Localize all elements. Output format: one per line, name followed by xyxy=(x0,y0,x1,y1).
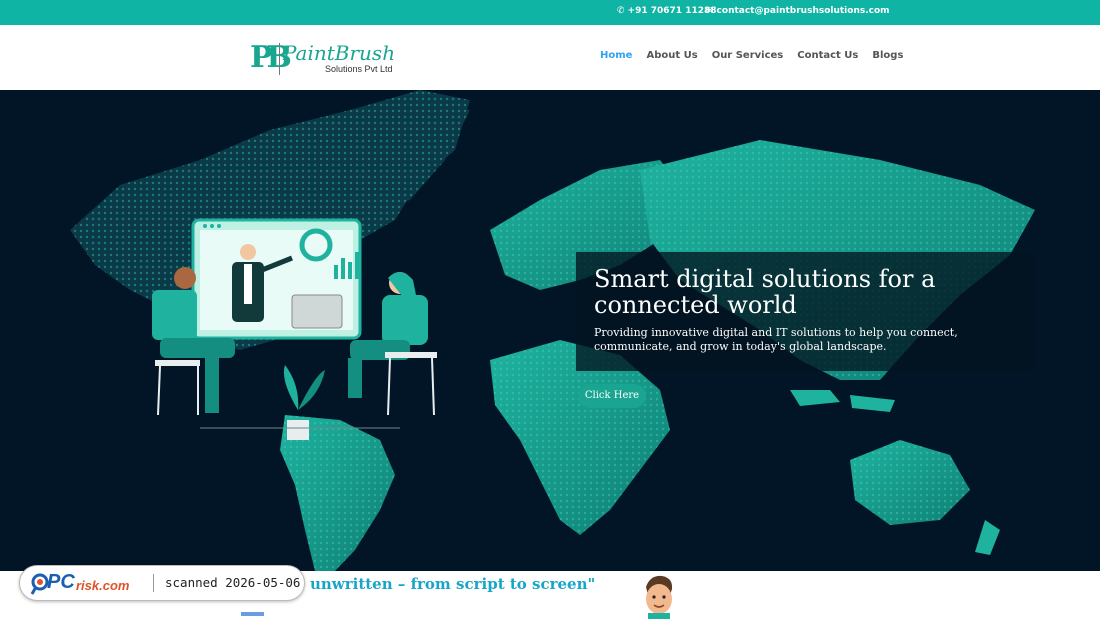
logo-divider xyxy=(279,43,280,75)
site-header xyxy=(0,25,1100,90)
section-tagline: unwritten – from script to screen" xyxy=(310,575,596,593)
phone-number: +91 70671 11288 xyxy=(627,6,717,16)
main-nav: Home About Us Our Services Contact Us Bl… xyxy=(600,50,903,61)
watermark-divider xyxy=(153,574,154,592)
top-contact-bar: ✆ +91 70671 11288 ✉ contact@paintbrushso… xyxy=(0,0,1100,25)
scan-date: scanned 2026-05-06 xyxy=(165,575,301,590)
nav-home[interactable]: Home xyxy=(600,50,632,61)
logo-name: PaintBrush xyxy=(283,41,396,65)
email-address: contact@paintbrushsolutions.com xyxy=(716,6,890,16)
phone-contact[interactable]: ✆ +91 70671 11288 xyxy=(617,6,717,16)
logo-mark: PB xyxy=(250,40,292,75)
envelope-icon: ✉ xyxy=(706,6,714,16)
pcrisk-brand-risk: risk.com xyxy=(76,578,130,593)
nav-blogs[interactable]: Blogs xyxy=(872,50,903,61)
pcrisk-watermark: PC risk.com scanned 2026-05-06 xyxy=(19,565,305,601)
site-logo[interactable]: PB PaintBrush Solutions Pvt Ltd xyxy=(250,40,400,80)
hero-title: Smart digital solutions for a connected … xyxy=(594,265,936,319)
pcrisk-brand-pc: PC xyxy=(47,571,75,593)
cartoon-avatar-icon xyxy=(646,575,673,619)
nav-contact-us[interactable]: Contact Us xyxy=(797,50,858,61)
phone-icon: ✆ xyxy=(617,6,625,16)
nav-about-us[interactable]: About Us xyxy=(646,50,697,61)
logo-subtitle: Solutions Pvt Ltd xyxy=(325,64,393,74)
nav-our-services[interactable]: Our Services xyxy=(712,50,784,61)
hero-subtitle: Providing innovative digital and IT solu… xyxy=(594,326,958,353)
section-underline xyxy=(241,612,264,616)
hero-cta-button[interactable]: Click Here xyxy=(578,384,646,408)
team-presentation-illustration xyxy=(152,218,437,440)
email-contact[interactable]: ✉ contact@paintbrushsolutions.com xyxy=(706,6,890,16)
